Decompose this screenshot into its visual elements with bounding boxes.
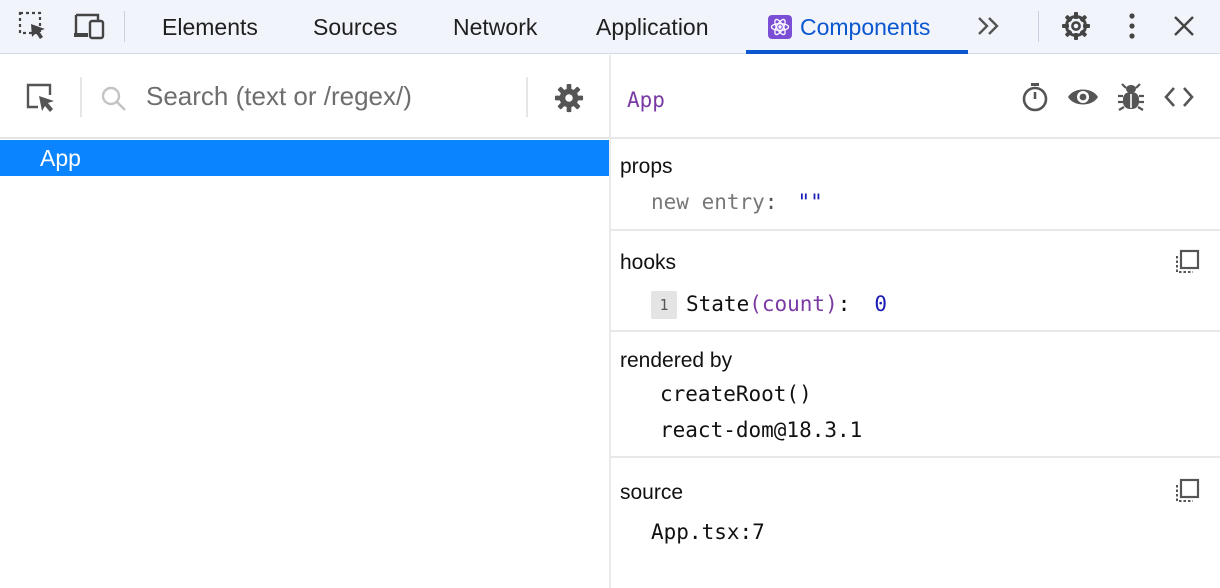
device-toggle-icon[interactable] <box>70 0 108 52</box>
select-element-icon[interactable] <box>24 81 58 115</box>
toolbar-separator <box>124 11 125 42</box>
close-icon[interactable] <box>1168 0 1200 52</box>
hook-arg: (count) <box>749 292 838 316</box>
hooks-title: hooks <box>620 251 677 274</box>
react-logo-icon <box>768 15 792 39</box>
devtools-toolbar: Elements Sources Network Application Com… <box>0 0 1220 54</box>
suspend-timer-icon[interactable] <box>1019 81 1051 113</box>
settings-gear-icon[interactable] <box>1058 0 1094 52</box>
inspector-header: App <box>611 55 1220 139</box>
hook-index-badge: 1 <box>651 291 677 319</box>
copy-hooks-icon[interactable] <box>1172 249 1200 277</box>
inspect-dom-eye-icon[interactable] <box>1067 81 1099 113</box>
props-section: props new entry: "" <box>611 139 1220 231</box>
tree-row-selected[interactable]: App <box>0 140 609 176</box>
rendered-by-item[interactable]: createRoot() <box>660 382 812 406</box>
search-input[interactable]: Search (text or /regex/) <box>146 81 412 112</box>
log-to-console-bug-icon[interactable] <box>1115 81 1147 113</box>
tree-row-label: App <box>40 145 81 171</box>
rendered-by-section: rendered by createRoot() react-dom@18.3.… <box>611 332 1220 458</box>
component-inspector-pane: App props new entry: "" hooks 1 State(co… <box>611 55 1220 588</box>
tree-search-bar: Search (text or /regex/) <box>0 55 609 139</box>
source-title: source <box>620 481 684 504</box>
search-icon <box>100 85 128 113</box>
rendered-by-title: rendered by <box>620 349 733 372</box>
selected-component-name: App <box>627 88 665 112</box>
tree-settings-gear-icon[interactable] <box>554 83 584 113</box>
props-title: props <box>620 155 673 178</box>
source-section: source App.tsx:7 <box>611 458 1220 588</box>
hook-name: State <box>686 292 750 316</box>
component-tree-pane: Search (text or /regex/) App <box>0 55 609 588</box>
hook-entry[interactable]: State(count): 0 <box>686 292 887 316</box>
rendered-by-item[interactable]: react-dom@18.3.1 <box>660 418 862 442</box>
props-entry[interactable]: new entry: "" <box>651 190 823 214</box>
more-tabs-chevron-icon[interactable] <box>972 0 1006 52</box>
prop-separator: : <box>764 190 778 214</box>
view-source-code-icon[interactable] <box>1163 81 1195 113</box>
toolbar-separator <box>1038 11 1039 42</box>
hook-separator: : <box>837 292 851 316</box>
copy-source-icon[interactable] <box>1172 478 1200 506</box>
search-separator <box>526 77 528 117</box>
search-separator <box>80 77 82 117</box>
inspect-element-icon[interactable] <box>14 0 52 52</box>
more-vertical-icon[interactable] <box>1118 0 1146 52</box>
tab-components-label: Components <box>800 13 931 40</box>
tab-elements[interactable]: Elements <box>162 0 258 54</box>
hooks-section: hooks 1 State(count): 0 <box>611 231 1220 332</box>
prop-key: new entry <box>651 190 765 214</box>
tab-application[interactable]: Application <box>596 0 709 54</box>
prop-value[interactable]: "" <box>797 190 822 214</box>
tab-network[interactable]: Network <box>453 0 537 54</box>
hook-value[interactable]: 0 <box>874 292 887 316</box>
tab-sources[interactable]: Sources <box>313 0 397 54</box>
active-tab-indicator <box>746 50 968 54</box>
source-location[interactable]: App.tsx:7 <box>651 520 765 544</box>
tab-components[interactable]: Components <box>768 0 930 54</box>
